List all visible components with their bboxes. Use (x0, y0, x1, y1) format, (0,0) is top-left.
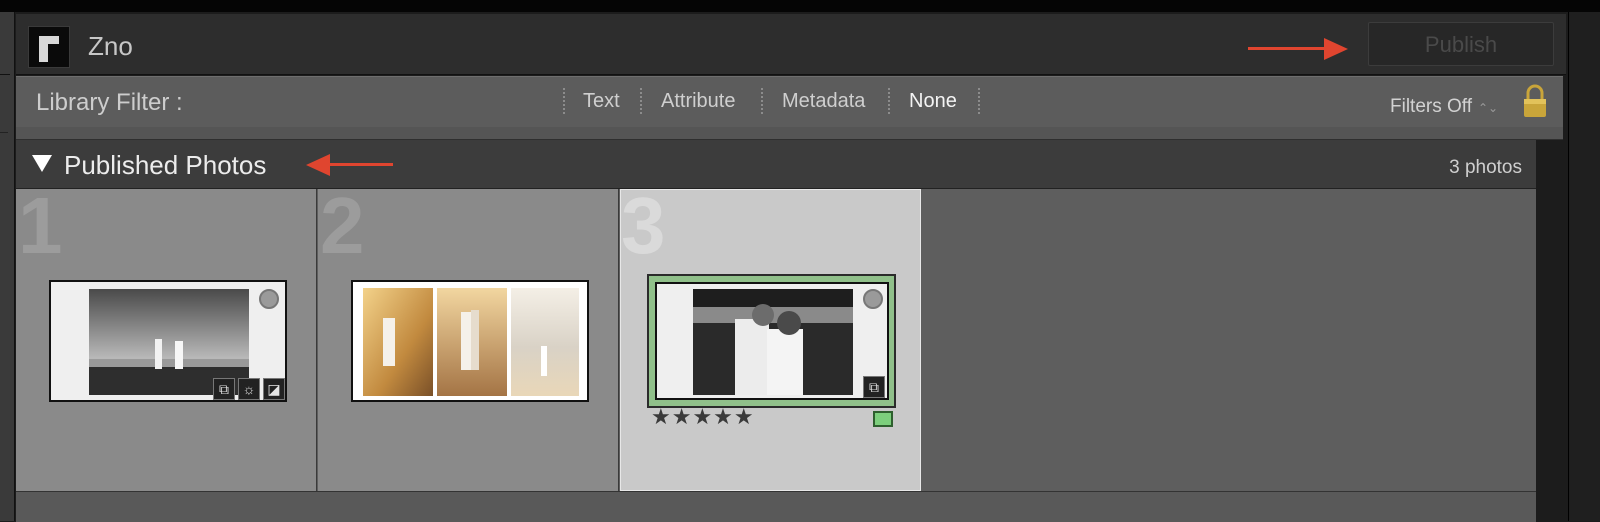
cell-index: 2 (320, 181, 365, 270)
publish-status-icon[interactable] (259, 289, 279, 309)
filter-tab-text[interactable]: Text (583, 88, 620, 114)
filter-tab-metadata[interactable]: Metadata (782, 88, 865, 114)
photo-thumbnail-2[interactable] (351, 280, 589, 402)
filter-separator (640, 88, 642, 114)
cell-index: 1 (18, 181, 63, 270)
couple-portrait-image (693, 289, 853, 395)
annotation-arrowhead-left-icon (306, 154, 330, 176)
color-label-icon[interactable] (873, 411, 893, 427)
grid-bottom-strip (16, 491, 1536, 522)
zno-logo-icon (28, 26, 70, 68)
dropdown-arrows-icon: ⌃⌄ (1478, 101, 1499, 115)
library-filter-label: Library Filter : (36, 89, 183, 116)
publish-status-icon[interactable] (863, 289, 883, 309)
filters-preset-label: Filters Off (1390, 96, 1472, 117)
publish-button[interactable]: Publish (1368, 22, 1554, 66)
service-title: Zno (88, 31, 133, 61)
photo-thumbnail-3[interactable]: ⧉ (655, 282, 889, 400)
exposure-icon[interactable]: ◪ (263, 378, 285, 400)
window-top-edge (0, 0, 1600, 12)
filter-separator (761, 88, 763, 114)
develop-icon[interactable]: ☼ (238, 378, 260, 400)
filter-tab-none[interactable]: None (909, 88, 957, 114)
left-panel-edge (0, 12, 15, 521)
filters-preset-dropdown[interactable]: Filters Off ⌃⌄ (1390, 95, 1498, 120)
star-rating[interactable]: ★★★★★ (651, 405, 755, 429)
collage-image (363, 288, 579, 396)
crop-icon[interactable]: ⧉ (213, 378, 235, 400)
filter-separator (978, 88, 980, 114)
right-panel-edge (1568, 12, 1600, 521)
photo-thumbnail-1[interactable]: ⧉ ☼ ◪ (49, 280, 287, 402)
filter-tab-attribute[interactable]: Attribute (661, 88, 735, 114)
annotation-arrow-right (1248, 47, 1326, 50)
filter-separator (888, 88, 890, 114)
annotation-arrow-left (326, 163, 393, 166)
crop-icon[interactable]: ⧉ (863, 376, 885, 398)
photo-count: 3 photos (1449, 157, 1522, 178)
annotation-arrowhead-right-icon (1324, 38, 1348, 60)
cell-index: 3 (621, 181, 666, 270)
filter-separator (563, 88, 565, 114)
collapse-triangle-icon[interactable] (32, 155, 52, 172)
section-title: Published Photos (64, 150, 267, 180)
filter-divider (16, 127, 1563, 140)
lock-icon[interactable] (1521, 83, 1549, 119)
